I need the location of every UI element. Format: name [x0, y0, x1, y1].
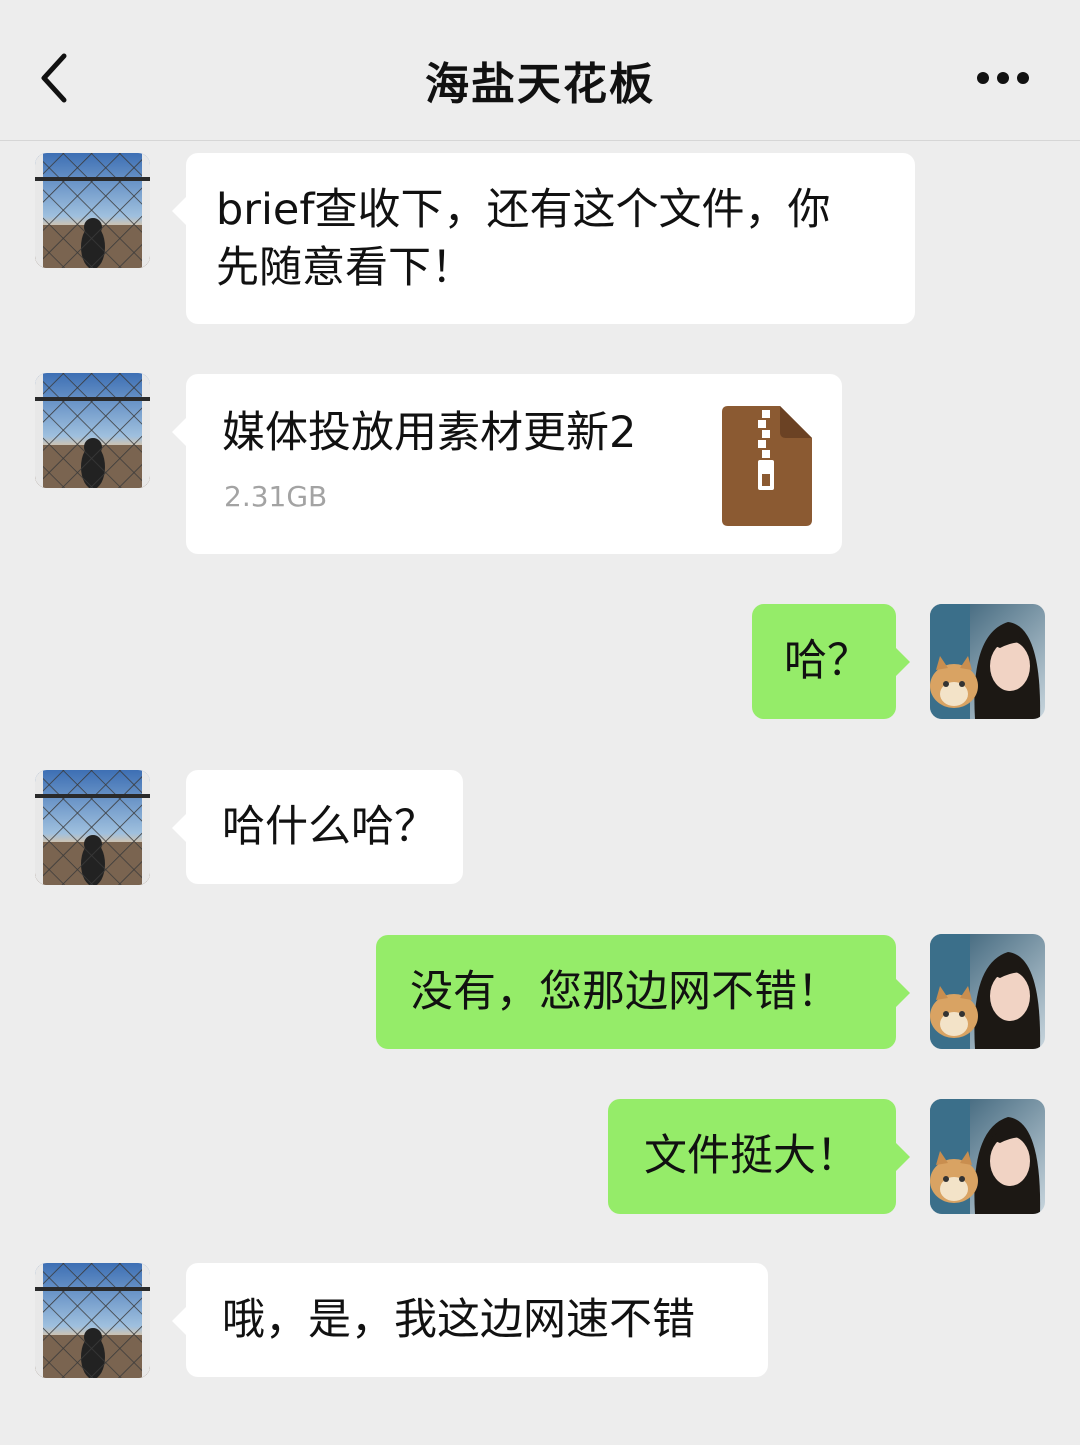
contact-avatar[interactable] — [35, 373, 150, 488]
message-bubble-incoming[interactable]: 哦，是，我这边网速不错 — [172, 1263, 768, 1377]
file-message-bubble[interactable]: 媒体投放用素材更新2 2.31GB — [172, 374, 842, 554]
more-dots-icon — [977, 72, 1029, 84]
zip-file-icon — [722, 406, 812, 526]
contact-avatar[interactable] — [35, 1263, 150, 1378]
message-text: 先随意看下！ — [216, 243, 474, 293]
chat-title: 海盐天花板 — [425, 59, 655, 110]
avatar-image — [930, 934, 1045, 1049]
file-name: 媒体投放用素材更新2 — [222, 408, 637, 458]
avatar-image — [930, 604, 1045, 719]
contact-avatar[interactable] — [35, 153, 150, 268]
message-text: 文件挺大！ — [644, 1131, 859, 1181]
message-text: brief查收下，还有这个文件，你 — [216, 185, 831, 235]
avatar-image — [35, 153, 150, 268]
message-text: 哈？ — [784, 636, 870, 686]
self-avatar[interactable] — [930, 1099, 1045, 1214]
self-avatar[interactable] — [930, 934, 1045, 1049]
message-text: 没有，您那边网不错！ — [410, 967, 840, 1017]
chat-header: 海盐天花板 — [0, 0, 1080, 141]
self-avatar[interactable] — [930, 604, 1045, 719]
avatar-image — [35, 1263, 150, 1378]
message-bubble-outgoing[interactable]: 哈？ — [752, 604, 910, 719]
message-bubble-incoming[interactable]: brief查收下，还有这个文件，你 先随意看下！ — [172, 153, 915, 324]
more-button[interactable] — [960, 48, 1050, 108]
message-bubble-outgoing[interactable]: 没有，您那边网不错！ — [376, 935, 910, 1049]
avatar-image — [35, 373, 150, 488]
contact-avatar[interactable] — [35, 770, 150, 885]
message-bubble-outgoing[interactable]: 文件挺大！ — [608, 1099, 910, 1214]
message-text: 哦，是，我这边网速不错 — [222, 1295, 695, 1345]
avatar-image — [35, 770, 150, 885]
message-text: 哈什么哈？ — [222, 802, 437, 852]
avatar-image — [930, 1099, 1045, 1214]
message-bubble-incoming[interactable]: 哈什么哈？ — [172, 770, 463, 884]
file-size: 2.31GB — [224, 480, 328, 513]
